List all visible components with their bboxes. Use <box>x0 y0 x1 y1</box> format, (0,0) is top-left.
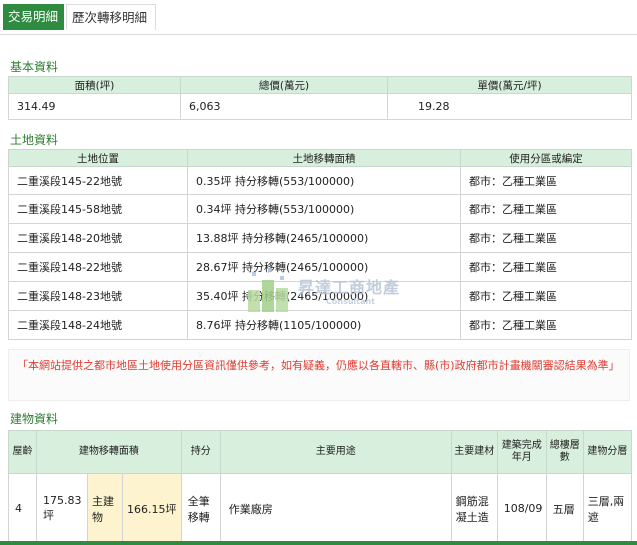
land-zone: 都市：乙種工業區 <box>460 194 632 224</box>
land-zone: 都市：乙種工業區 <box>460 252 632 282</box>
basic-header-unit: 單價(萬元/坪) <box>387 76 632 94</box>
land-zone: 都市：乙種工業區 <box>460 281 632 311</box>
tab-bar: 交易明細 歷次轉移明細 <box>0 0 637 35</box>
land-location: 二重溪段148-23地號 <box>8 281 188 311</box>
building-header-completed: 建築完成年月 <box>496 430 547 474</box>
basic-area-value: 314.49 <box>8 93 181 120</box>
land-area: 0.34坪 持分移轉(553/100000) <box>187 194 461 224</box>
building-layout: 三層,兩遮 <box>582 473 633 544</box>
building-header-layout: 建物分層 <box>582 430 633 474</box>
land-area: 13.88坪 持分移轉(2465/100000) <box>187 223 461 253</box>
building-header-age: 屋齡 <box>8 430 37 474</box>
building-table: 屋齡 建物移轉面積 持分 主要用途 主要建材 建築完成年月 總樓層數 建物分層 … <box>8 430 633 544</box>
land-location: 二重溪段148-20地號 <box>8 223 188 253</box>
zoning-notice: 「本網站提供之都市地區土地使用分區資訊僅供參考，如有疑義，仍應以各直轄市、縣(市… <box>8 349 630 401</box>
building-header-share: 持分 <box>180 430 221 474</box>
watermark-logo: 昇達工商地產 Consultant <box>246 268 416 318</box>
table-row: 二重溪段145-58地號 0.34坪 持分移轉(553/100000) 都市：乙… <box>8 194 632 224</box>
building-usage: 作業廠房 <box>219 473 452 544</box>
basic-header-total: 總價(萬元) <box>180 76 388 94</box>
land-zone: 都市：乙種工業區 <box>460 223 632 253</box>
building-completed: 108/09 <box>496 473 547 544</box>
table-row: 二重溪段145-22地號 0.35坪 持分移轉(553/100000) 都市：乙… <box>8 166 632 195</box>
building-header-total-floors: 總樓層數 <box>545 430 584 474</box>
land-location: 二重溪段145-58地號 <box>8 194 188 224</box>
basic-table: 面積(坪) 總價(萬元) 單價(萬元/坪) 314.49 6,063 19.28 <box>8 76 632 120</box>
tab-transfer-history[interactable]: 歷次轉移明細 <box>66 4 156 30</box>
table-row: 二重溪段148-20地號 13.88坪 持分移轉(2465/100000) 都市… <box>8 223 632 253</box>
building-share: 全筆移轉 <box>180 473 221 544</box>
table-row: 4 175.83坪 主建物 166.15坪 全筆移轉 作業廠房 鋼筋混凝土造 1… <box>8 473 633 544</box>
basic-unit-value: 19.28 <box>387 93 632 120</box>
building-logo-icon <box>248 268 288 312</box>
building-floor: 4 <box>8 473 37 544</box>
land-header-location: 土地位置 <box>8 149 188 167</box>
main-building-label: 主建物 <box>87 473 123 544</box>
land-area: 0.35坪 持分移轉(553/100000) <box>187 166 461 195</box>
main-building-area: 166.15坪 <box>122 473 182 544</box>
basic-section-title: 基本資料 <box>10 60 59 74</box>
land-header-area: 土地移轉面積 <box>187 149 461 167</box>
building-total-floors: 五層 <box>545 473 584 544</box>
tab-transaction-detail[interactable]: 交易明細 <box>3 4 64 30</box>
watermark-subtitle: Consultant <box>326 297 376 306</box>
basic-total-value: 6,063 <box>180 93 388 120</box>
land-location: 二重溪段148-24地號 <box>8 310 188 340</box>
building-material: 鋼筋混凝土造 <box>450 473 498 544</box>
bottom-accent-bar <box>0 541 637 545</box>
land-header-zone: 使用分區或編定 <box>460 149 632 167</box>
building-header-usage: 主要用途 <box>219 430 452 474</box>
land-section-title: 土地資料 <box>10 133 59 147</box>
land-zone: 都市：乙種工業區 <box>460 310 632 340</box>
land-zone: 都市：乙種工業區 <box>460 166 632 195</box>
basic-header-area: 面積(坪) <box>8 76 181 94</box>
land-location: 二重溪段148-22地號 <box>8 252 188 282</box>
watermark-title: 昇達工商地產 <box>298 278 401 297</box>
land-location: 二重溪段145-22地號 <box>8 166 188 195</box>
building-header-transfer-area: 建物移轉面積 <box>36 430 182 474</box>
building-transfer-area: 175.83坪 <box>36 473 88 544</box>
building-header-material: 主要建材 <box>450 430 498 474</box>
building-section-title: 建物資料 <box>10 412 59 426</box>
